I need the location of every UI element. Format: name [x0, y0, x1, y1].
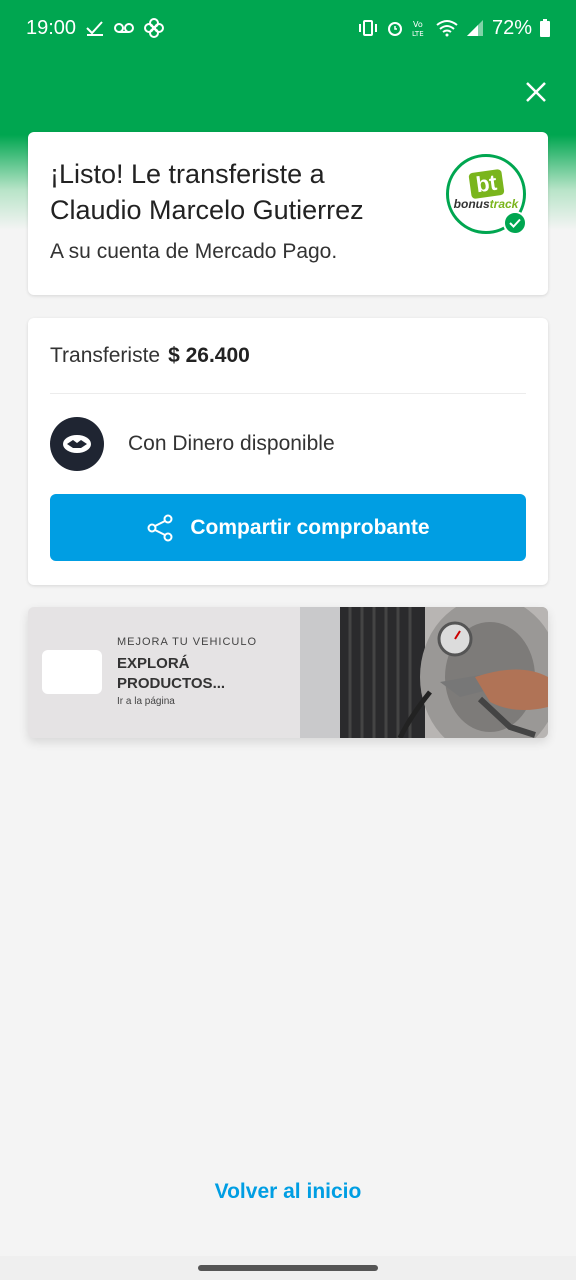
- close-button[interactable]: [524, 80, 548, 104]
- recipient-avatar: bt bonustrack: [446, 154, 527, 235]
- share-icon: [147, 514, 173, 541]
- verified-check-icon: [503, 211, 527, 235]
- promo-link[interactable]: Ir a la página: [117, 696, 267, 707]
- signal-icon: [466, 19, 484, 37]
- confirmation-subtitle: A su cuenta de Mercado Pago.: [50, 240, 338, 263]
- promo-text: MEJORA TU VEHICULO EXPLORÁ PRODUCTOS... …: [117, 636, 267, 707]
- vibrate-icon: [358, 19, 378, 37]
- pinwheel-icon: [144, 18, 165, 38]
- check-icon: [86, 20, 104, 36]
- voicemail-icon: [114, 22, 135, 34]
- svg-text:Vo: Vo: [413, 20, 423, 29]
- promo-thumbnail: [42, 650, 102, 694]
- share-receipt-label: Compartir comprobante: [190, 515, 430, 539]
- payment-method-label: Con Dinero disponible: [128, 432, 335, 455]
- home-gesture-handle[interactable]: [198, 1265, 378, 1271]
- confirmation-card: ¡Listo! Le transferiste a Claudio Marcel…: [28, 132, 548, 295]
- logo-badge: bt: [467, 168, 505, 200]
- alarm-icon: [386, 19, 404, 37]
- promo-title: EXPLORÁ PRODUCTOS...: [117, 655, 226, 692]
- svg-text:LTE: LTE: [412, 30, 424, 37]
- battery-icon: [540, 19, 550, 37]
- amount-row: Transferiste $ 26.400: [50, 318, 526, 394]
- transfer-card: Transferiste $ 26.400 Con Dinero disponi…: [28, 318, 548, 585]
- logo-brand-prefix: bonus: [453, 197, 490, 211]
- logo-brand-suffix: track: [489, 197, 519, 211]
- wifi-icon: [436, 19, 458, 37]
- status-bar: 19:00 Vo LTE 72%: [0, 0, 576, 56]
- promo-image: [300, 607, 548, 738]
- promo-content: MEJORA TU VEHICULO EXPLORÁ PRODUCTOS... …: [28, 607, 300, 738]
- confirmation-title: ¡Listo! Le transferiste a Claudio Marcel…: [50, 159, 364, 225]
- promo-banner[interactable]: MEJORA TU VEHICULO EXPLORÁ PRODUCTOS... …: [28, 607, 548, 738]
- status-time: 19:00: [26, 16, 77, 39]
- battery-level: 72%: [491, 16, 532, 39]
- share-receipt-button[interactable]: Compartir comprobante: [50, 494, 526, 561]
- promo-kicker: MEJORA TU VEHICULO: [117, 636, 258, 648]
- amount-label: Transferiste: [50, 343, 161, 367]
- close-icon: [526, 82, 546, 102]
- payment-method-row: Con Dinero disponible: [50, 394, 526, 494]
- handshake-icon: [50, 417, 104, 471]
- logo-brand: bonustrack: [454, 197, 519, 211]
- volte-icon: Vo LTE: [412, 19, 428, 37]
- amount-value: $ 26.400: [168, 343, 250, 367]
- back-to-home-link[interactable]: Volver al inicio: [0, 1180, 576, 1204]
